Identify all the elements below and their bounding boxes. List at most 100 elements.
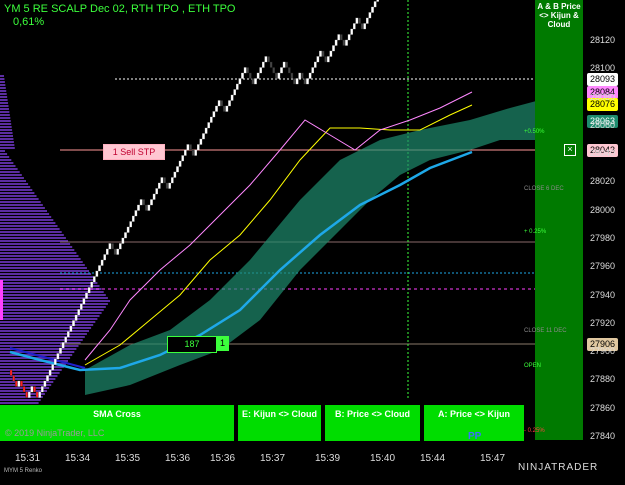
volume-profile-bar	[0, 270, 89, 272]
y-tick-label: 28060	[590, 119, 616, 130]
renko-up-brick	[85, 292, 88, 299]
renko-up-brick	[150, 199, 153, 206]
renko-up-brick	[46, 375, 49, 382]
renko-up-brick	[280, 67, 283, 74]
renko-up-brick	[319, 50, 322, 57]
renko-up-brick	[132, 215, 135, 222]
x-tick-label: 15:34	[65, 453, 91, 464]
volume-profile-bar	[0, 231, 62, 233]
renko-up-brick	[215, 105, 218, 112]
renko-up-brick	[210, 116, 213, 123]
renko-down-brick	[249, 72, 252, 79]
renko-down-brick	[275, 72, 278, 79]
volume-profile-bar	[0, 168, 18, 170]
volume-profile-bar	[0, 303, 108, 305]
renko-up-brick	[173, 171, 177, 178]
renko-down-brick	[223, 105, 226, 112]
volume-profile-bar	[0, 249, 75, 251]
volume-profile-bar	[0, 327, 92, 329]
renko-down-brick	[25, 391, 28, 398]
renko-up-brick	[282, 61, 286, 68]
volume-profile-bar	[0, 84, 6, 86]
renko-up-brick	[56, 353, 60, 360]
renko-up-brick	[256, 72, 260, 79]
renko-down-brick	[272, 67, 275, 74]
volume-profile-bar	[0, 258, 81, 260]
renko-down-brick	[9, 369, 13, 376]
renko-up-brick	[152, 193, 156, 200]
volume-profile-bar	[0, 183, 29, 185]
volume-profile-bar	[0, 192, 35, 194]
renko-up-brick	[139, 199, 143, 206]
renko-up-brick	[371, 6, 374, 13]
renko-up-brick	[98, 265, 101, 272]
kijun-cloud-button[interactable]: E: Kijun <> Cloud	[238, 405, 321, 441]
chart-title: YM 5 RE SCALP Dec 02, RTH TPO , ETH TPO	[4, 3, 236, 15]
price-cloud-button[interactable]: B: Price <> Cloud	[325, 405, 420, 441]
renko-down-brick	[15, 380, 18, 387]
volume-profile-bar	[0, 198, 39, 200]
renko-up-brick	[373, 1, 377, 8]
renko-up-brick	[316, 56, 320, 63]
level-close-6-dec: CLOSE 6 DEC	[524, 186, 564, 192]
renko-up-brick	[228, 100, 231, 107]
volume-profile-bar	[0, 333, 87, 335]
volume-profile-bar	[0, 105, 9, 107]
close-icon[interactable]: ×	[564, 144, 576, 156]
renko-down-brick	[290, 72, 294, 79]
x-tick-label: 15:36	[165, 453, 191, 464]
volume-profile-bar	[0, 117, 11, 119]
renko-up-brick	[329, 50, 333, 57]
volume-profile-bar	[0, 102, 9, 104]
renko-down-brick	[220, 100, 223, 107]
volume-profile-bar	[0, 201, 41, 203]
volume-profile-bar	[0, 132, 13, 134]
renko-up-brick	[199, 138, 203, 145]
renko-up-brick	[225, 105, 229, 112]
renko-up-brick	[184, 149, 187, 156]
renko-up-brick	[126, 226, 130, 233]
renko-up-brick	[176, 166, 179, 173]
x-tick-label: 15:40	[370, 453, 396, 464]
volume-profile-bar	[0, 216, 52, 218]
renko-down-brick	[324, 56, 327, 63]
renko-up-brick	[262, 61, 265, 68]
renko-up-brick	[69, 325, 73, 332]
volume-profile-bar	[0, 246, 73, 248]
sell-stop-order[interactable]: 1 Sell STP	[103, 144, 165, 160]
volume-profile-bar	[0, 126, 12, 128]
renko-up-brick	[334, 39, 338, 46]
x-tick-label: 15:39	[315, 453, 341, 464]
volume-profile-bar	[0, 237, 66, 239]
renko-up-brick	[197, 144, 200, 151]
renko-down-brick	[301, 72, 304, 79]
renko-up-brick	[345, 39, 348, 46]
pp-label: PP	[468, 431, 482, 442]
ninjatrader-logo: NINJATRADER	[518, 462, 599, 473]
renko-down-brick	[321, 50, 325, 57]
renko-up-brick	[238, 78, 242, 85]
volume-profile-bar	[0, 174, 22, 176]
renko-up-brick	[236, 83, 239, 90]
renko-up-brick	[306, 78, 309, 85]
renko-up-brick	[259, 67, 262, 74]
renko-up-brick	[30, 386, 34, 393]
volume-profile-bar	[0, 225, 58, 227]
renko-up-brick	[233, 89, 236, 96]
signal-panel	[535, 0, 583, 440]
renko-up-brick	[100, 259, 104, 266]
volume-profile-bar	[0, 384, 52, 386]
renko-up-brick	[168, 182, 171, 189]
renko-down-brick	[340, 34, 343, 41]
renko-up-brick	[295, 78, 299, 85]
renko-up-brick	[124, 232, 127, 239]
renko-up-brick	[41, 386, 44, 393]
volume-profile-bar	[0, 156, 10, 158]
volume-profile-bar	[0, 219, 54, 221]
renko-down-brick	[285, 61, 288, 68]
renko-up-brick	[202, 133, 205, 140]
renko-up-brick	[212, 111, 216, 118]
volume-profile-bar	[0, 282, 98, 284]
volume-profile-bar	[0, 144, 15, 146]
y-tick-label: 27900	[590, 346, 616, 357]
